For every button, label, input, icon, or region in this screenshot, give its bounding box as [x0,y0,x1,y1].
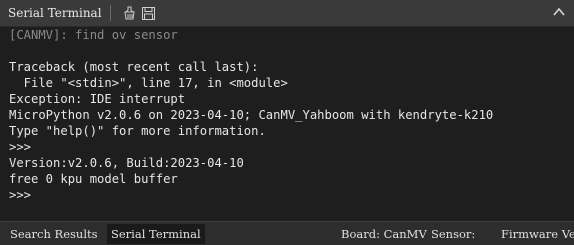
collapse-chevron-icon[interactable] [552,5,566,19]
status-bar: Search Results Serial Terminal Board: Ca… [0,221,574,245]
terminal-line: [CANMV]: find ov sensor [9,28,178,42]
save-icon[interactable] [141,5,157,21]
firmware-version-status: Firmware Ver [501,227,574,241]
tab-search-results[interactable]: Search Results [6,224,102,244]
serial-terminal-output[interactable]: [CANMV]: find ov sensor Traceback (most … [0,27,574,220]
terminal-line: Exception: IDE interrupt [9,92,186,106]
sensor-status: Sensor: [431,227,476,241]
terminal-line: free 0 kpu model buffer [9,172,178,186]
panel-title: Serial Terminal [8,6,102,20]
board-status: Board: CanMV [341,227,427,241]
title-divider [109,5,111,21]
terminal-line: >>> [9,188,32,202]
tab-serial-terminal[interactable]: Serial Terminal [107,224,205,244]
terminal-line: Version:v2.0.6, Build:2023-04-10 [9,156,244,170]
terminal-line: MicroPython v2.0.6 on 2023-04-10; CanMV_… [9,108,494,122]
terminal-line: Traceback (most recent call last): [9,60,259,74]
terminal-line: File "<stdin>", line 17, in <module> [9,76,288,90]
clear-icon[interactable] [121,5,137,21]
panel-titlebar: Serial Terminal [0,0,574,27]
terminal-line: Type "help()" for more information. [9,124,266,138]
terminal-line: >>> [9,140,32,154]
